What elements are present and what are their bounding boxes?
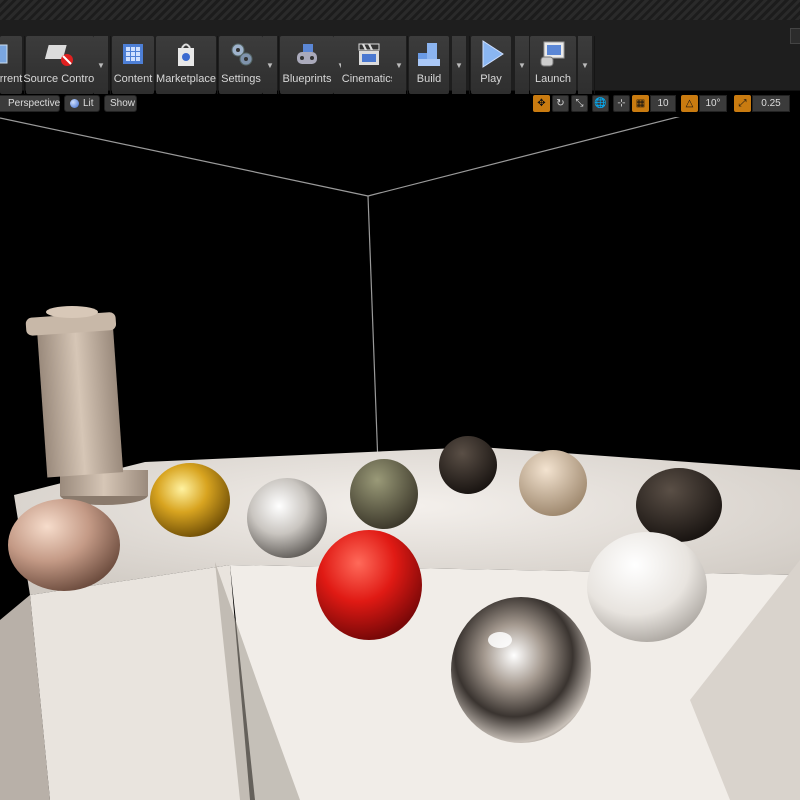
chevron-down-icon: ▼: [97, 60, 105, 70]
chevron-down-icon: ▼: [581, 60, 589, 70]
blueprints-icon: [292, 39, 322, 69]
scale-snap-value[interactable]: 0.25: [752, 95, 790, 112]
marketplace-button[interactable]: Marketplace: [156, 36, 216, 94]
sphere-icon: [70, 99, 79, 108]
settings-dropdown[interactable]: ▼: [263, 36, 277, 94]
main-toolbar: rrent Source Control ▼ Content Marketpla…: [0, 20, 800, 94]
build-dropdown[interactable]: ▼: [452, 36, 466, 94]
chevron-down-icon: ▼: [395, 60, 403, 70]
surface-snap-icon[interactable]: ⊹: [613, 95, 630, 112]
toolbar-separator: [24, 36, 25, 94]
play-dropdown[interactable]: ▼: [515, 36, 529, 94]
toolbar-separator: [278, 36, 279, 94]
toolbar-separator: [594, 36, 595, 94]
stone-pillar: [25, 306, 148, 505]
panel-edge: [790, 28, 800, 44]
rotation-snap-value[interactable]: 10°: [699, 95, 727, 112]
cinematics-dropdown[interactable]: ▼: [392, 36, 406, 94]
browse-button[interactable]: rrent: [0, 36, 22, 94]
play-icon: [476, 39, 506, 69]
build-button[interactable]: Build: [409, 36, 449, 94]
perspective-button[interactable]: Perspective: [0, 95, 60, 112]
source-control-button[interactable]: Source Control: [23, 36, 97, 94]
marketplace-icon: [171, 39, 201, 69]
launch-icon: [538, 39, 568, 69]
scale-gizmo-icon[interactable]: ⤡: [571, 95, 588, 112]
beige-sphere[interactable]: [519, 450, 587, 516]
world-space-icon[interactable]: 🌐: [592, 95, 609, 112]
viewport-scene[interactable]: [0, 117, 800, 800]
window-title-bar: [0, 0, 800, 20]
play-button[interactable]: Play: [471, 36, 511, 94]
cinematics-button[interactable]: Cinematics: [341, 36, 397, 94]
dark-brown-sphere[interactable]: [439, 436, 497, 494]
rotation-snap-icon[interactable]: △: [681, 95, 698, 112]
viewport-toolbar: Perspective Lit Show ✥ ↻ ⤡ 🌐 ⊹ ▦ 10 △ 10…: [0, 91, 800, 117]
chevron-down-icon: ▼: [266, 60, 274, 70]
chevron-down-icon: ▼: [455, 60, 463, 70]
grid-snap-icon[interactable]: ▦: [632, 95, 649, 112]
gold-sphere[interactable]: [150, 463, 230, 537]
chevron-down-icon: ▼: [518, 60, 526, 70]
toolbar-separator: [469, 36, 470, 94]
move-gizmo-icon[interactable]: ✥: [533, 95, 550, 112]
source-control-dropdown[interactable]: ▼: [94, 36, 108, 94]
toolbar-separator: [407, 36, 408, 94]
silver-sphere[interactable]: [247, 478, 327, 558]
settings-icon: [226, 39, 256, 69]
source-control-icon: [45, 39, 75, 69]
toolbar-separator: [217, 36, 218, 94]
chrome-sphere[interactable]: [451, 597, 591, 743]
settings-button[interactable]: Settings: [219, 36, 263, 94]
cinematics-icon: [354, 39, 384, 69]
content-button[interactable]: Content: [112, 36, 154, 94]
build-icon: [414, 39, 444, 69]
lit-button[interactable]: Lit: [64, 95, 100, 112]
rotate-gizmo-icon[interactable]: ↻: [552, 95, 569, 112]
charcoal-sphere[interactable]: [636, 468, 722, 542]
launch-button[interactable]: Launch: [530, 36, 576, 94]
content-icon: [118, 39, 148, 69]
olive-sphere[interactable]: [350, 459, 418, 529]
bronze-sphere[interactable]: [8, 499, 120, 591]
blueprints-button[interactable]: Blueprints: [280, 36, 334, 94]
scale-snap-icon[interactable]: ⤢: [734, 95, 751, 112]
grid-snap-value[interactable]: 10: [650, 95, 676, 112]
toolbar-separator: [110, 36, 111, 94]
launch-dropdown[interactable]: ▼: [578, 36, 592, 94]
show-button[interactable]: Show: [104, 95, 137, 112]
red-sphere[interactable]: [316, 530, 422, 640]
browse-icon: [0, 39, 26, 69]
white-sphere[interactable]: [587, 532, 707, 642]
